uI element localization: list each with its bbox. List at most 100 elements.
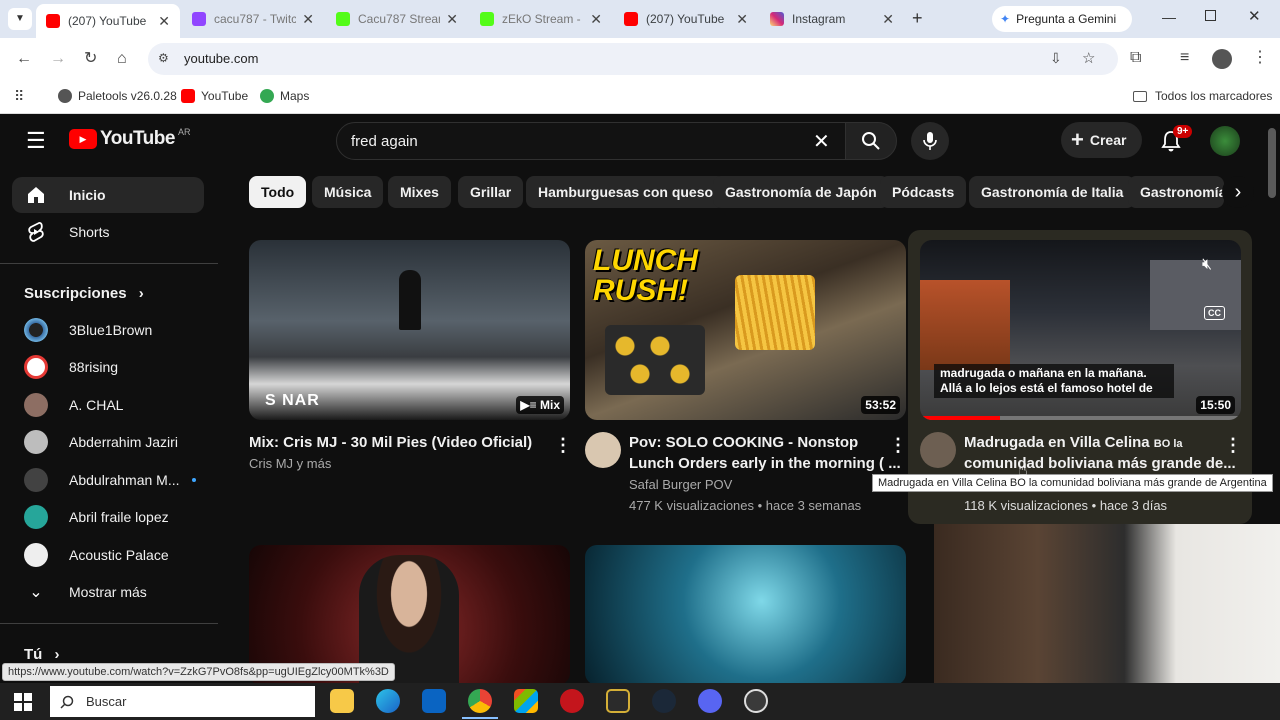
file-explorer-icon[interactable] <box>330 689 354 713</box>
video-thumbnail-5[interactable] <box>585 545 906 683</box>
chip-podcasts[interactable]: Pódcasts <box>880 176 967 208</box>
bookmark-maps[interactable]: Maps <box>260 89 309 103</box>
install-app-icon[interactable]: ⇩ <box>1050 50 1062 67</box>
you-heading[interactable]: Tú › <box>24 646 60 663</box>
store-icon[interactable] <box>514 689 538 713</box>
chip-gastronomia-more[interactable]: Gastronomía d <box>1128 176 1224 208</box>
chip-mixes[interactable]: Mixes <box>388 176 451 208</box>
home-icon[interactable]: ⌂ <box>117 51 127 67</box>
omnibox[interactable]: ⚙ youtube.com ⇩ ☆ <box>148 43 1118 75</box>
voice-search-button[interactable] <box>911 122 949 160</box>
sidebar-item-sub-5[interactable]: Abril fraile lopez <box>12 499 204 535</box>
close-tab-icon[interactable]: ✕ <box>158 13 170 30</box>
mute-icon[interactable]: 🔇︎ <box>1202 256 1212 274</box>
chip-hamburguesas[interactable]: Hamburguesas con queso <box>526 176 726 208</box>
obs-icon[interactable] <box>744 689 768 713</box>
tab-twitch[interactable]: cacu787 - Twitch ✕ <box>182 4 324 34</box>
channel-avatar-3[interactable] <box>920 432 956 468</box>
reload-icon[interactable]: ↻ <box>84 51 97 67</box>
discord-icon[interactable] <box>698 689 722 713</box>
captions-button[interactable]: CC <box>1204 306 1225 320</box>
sidebar-item-sub-0[interactable]: 3Blue1Brown <box>12 312 204 348</box>
close-tab-icon[interactable]: ✕ <box>590 11 602 28</box>
sidebar-item-home[interactable]: Inicio <box>12 177 204 213</box>
video-menu-icon[interactable]: ⋮ <box>554 436 572 454</box>
close-tab-icon[interactable]: ✕ <box>302 11 314 28</box>
video-title-3-line1[interactable]: Madrugada en Villa Celina BO la <box>964 432 1183 455</box>
sidebar-label: 88rising <box>69 359 119 375</box>
subscriptions-heading[interactable]: Suscripciones › <box>24 285 144 302</box>
site-info-icon[interactable]: ⚙ <box>158 51 169 65</box>
back-arrow-icon[interactable]: ← <box>16 51 32 67</box>
sidebar-show-more[interactable]: ⌄ Mostrar más <box>12 574 204 610</box>
extensions-icon[interactable]: ⧉ <box>1130 50 1141 66</box>
video-menu-icon[interactable]: ⋮ <box>889 436 907 454</box>
account-avatar[interactable] <box>1210 126 1240 156</box>
video-channel-1[interactable]: Cris MJ y más <box>249 456 331 471</box>
new-tab-button[interactable]: + <box>912 8 923 29</box>
edge-icon[interactable] <box>376 689 400 713</box>
profile-avatar[interactable] <box>1212 49 1232 69</box>
restore-button[interactable] <box>1205 10 1216 21</box>
chip-musica[interactable]: Música <box>312 176 384 208</box>
search-input[interactable]: fred again <box>351 133 418 150</box>
video-title-3-line2[interactable]: comunidad boliviana más grande de... <box>964 453 1236 474</box>
notifications-button[interactable]: 9+ <box>1160 125 1193 157</box>
tab-instagram[interactable]: Instagram ✕ <box>760 4 904 34</box>
tab-kick-cacu[interactable]: Cacu787 Stream ✕ <box>326 4 468 34</box>
outlook-icon[interactable] <box>422 689 446 713</box>
video-title-2-line2[interactable]: Lunch Orders early in the morning ( ... <box>629 453 901 474</box>
bookmark-paletools[interactable]: Paletools v26.0.28 <box>58 89 177 103</box>
forward-arrow-icon[interactable]: → <box>50 51 66 67</box>
close-tab-icon[interactable]: ✕ <box>736 11 748 28</box>
video-title-1[interactable]: Mix: Cris MJ - 30 Mil Pies (Video Oficia… <box>249 432 539 453</box>
video-title-2-line1[interactable]: Pov: SOLO COOKING - Nonstop <box>629 432 858 453</box>
chip-todo[interactable]: Todo <box>249 176 307 208</box>
chips-next-button[interactable]: › <box>1222 176 1254 208</box>
search-button[interactable] <box>845 122 897 160</box>
video-menu-icon[interactable]: ⋮ <box>1224 436 1242 454</box>
sidebar-item-sub-1[interactable]: 88rising <box>12 349 204 385</box>
tab-youtube-2[interactable]: (207) YouTube ✕ <box>614 4 758 34</box>
close-tab-icon[interactable]: ✕ <box>882 11 894 28</box>
chip-grillar[interactable]: Grillar <box>458 176 524 208</box>
chip-japon[interactable]: Gastronomía de Japón <box>713 176 889 208</box>
sidebar-item-sub-4[interactable]: Abdulrahman M... <box>12 462 204 498</box>
recorder-icon[interactable] <box>560 689 584 713</box>
chrome-menu-icon[interactable]: ⋮ <box>1252 50 1268 66</box>
sidebar-item-sub-3[interactable]: Abderrahim Jaziri <box>12 424 204 460</box>
taskbar-search[interactable]: Buscar <box>50 686 315 717</box>
youtube-logo[interactable]: ▶ YouTube AR <box>69 127 190 150</box>
tab-kick-zeko[interactable]: zEkO Stream - V ✕ <box>470 4 612 34</box>
tab-youtube[interactable]: (207) YouTube ✕ <box>36 4 180 38</box>
create-button[interactable]: + Crear <box>1061 122 1142 158</box>
tab-search-button[interactable]: ▼ <box>8 8 32 30</box>
sidebar-item-shorts[interactable]: Shorts <box>12 214 204 250</box>
sidebar-item-sub-6[interactable]: Acoustic Palace <box>12 537 204 573</box>
bookmark-youtube[interactable]: YouTube <box>181 89 248 103</box>
search-box[interactable]: fred again ✕ <box>336 122 846 160</box>
gemini-button[interactable]: ✦ Pregunta a Gemini <box>992 6 1132 32</box>
close-window-button[interactable]: ✕ <box>1248 7 1261 25</box>
all-bookmarks[interactable]: Todos los marcadores <box>1133 89 1272 103</box>
video-thumbnail-3[interactable]: 🔇︎ CC madrugada o mañana en la mañana. A… <box>920 240 1241 420</box>
channel-avatar-2[interactable] <box>585 432 621 468</box>
apps-grid-icon[interactable]: ⠿ <box>14 88 24 105</box>
bookmark-star-icon[interactable]: ☆ <box>1082 49 1095 67</box>
page-scrollbar[interactable] <box>1268 128 1276 198</box>
hamburger-menu-icon[interactable]: ☰ <box>26 128 46 154</box>
close-tab-icon[interactable]: ✕ <box>446 11 458 28</box>
sidebar-item-sub-2[interactable]: A. CHAL <box>12 387 204 423</box>
chip-italia[interactable]: Gastronomía de Italia <box>969 176 1136 208</box>
chrome-icon[interactable] <box>468 689 492 713</box>
windows-start-icon[interactable] <box>14 693 32 711</box>
media-controls-icon[interactable]: ≡ <box>1180 50 1189 66</box>
game-launcher-icon[interactable] <box>606 689 630 713</box>
video-thumbnail-1[interactable]: S NAR ▶≡ Mix <box>249 240 570 420</box>
progress-bar[interactable] <box>920 416 1241 420</box>
video-channel-2[interactable]: Safal Burger POV <box>629 477 732 492</box>
clear-search-icon[interactable]: ✕ <box>813 129 830 154</box>
minimize-button[interactable]: — <box>1162 9 1176 25</box>
video-thumbnail-2[interactable]: LUNCH RUSH! 53:52 <box>585 240 906 420</box>
steam-icon[interactable] <box>652 689 676 713</box>
